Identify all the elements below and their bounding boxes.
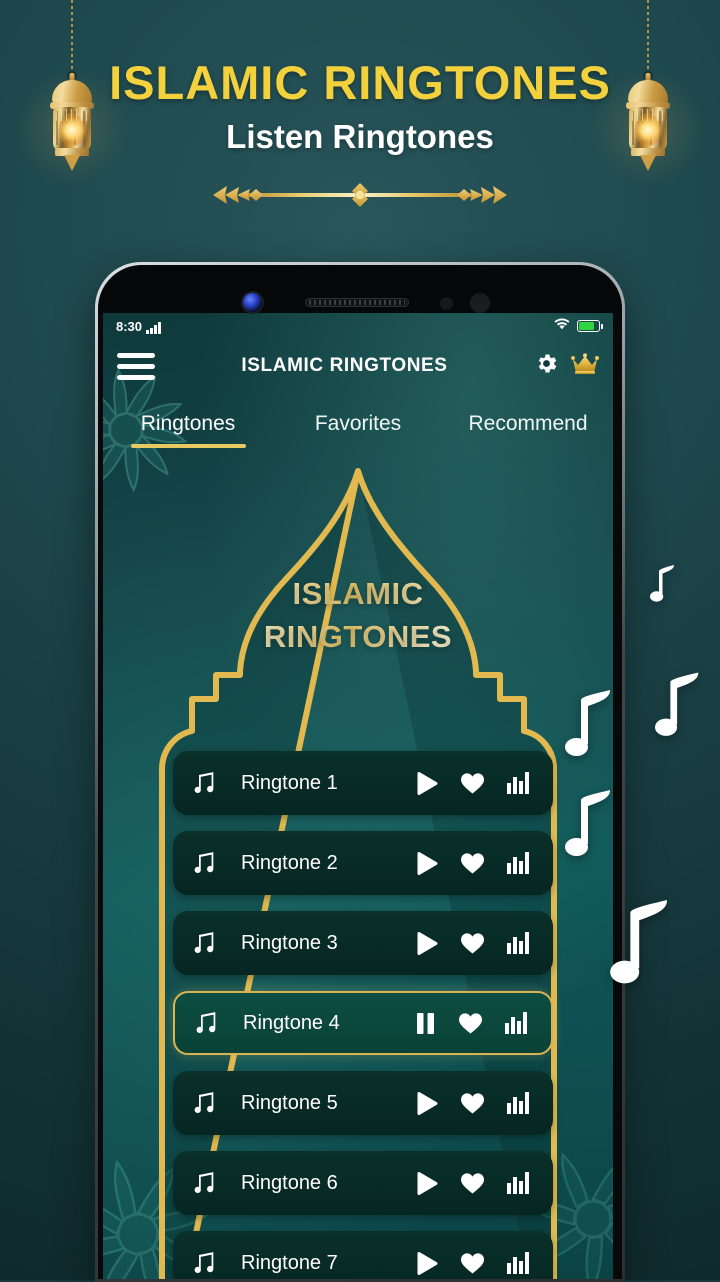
ringtone-list: Ringtone 1 Ringtone 2 Ringtone 3 Rington… xyxy=(173,751,553,1279)
hamburger-menu-icon[interactable] xyxy=(117,352,155,380)
app-bar: ISLAMIC RINGTONES xyxy=(103,339,613,393)
tab-label: Ringtones xyxy=(140,412,236,435)
tab-favorites[interactable]: Favorites xyxy=(273,393,443,455)
gear-icon[interactable] xyxy=(534,351,559,381)
promo-subtitle: Listen Ringtones xyxy=(226,118,494,155)
ringtone-label: Ringtone 2 xyxy=(241,851,338,874)
status-time: 8:30 xyxy=(116,318,143,334)
equalizer-icon[interactable] xyxy=(507,852,531,874)
pause-icon[interactable] xyxy=(415,1012,436,1035)
table-row[interactable]: Ringtone 2 xyxy=(173,831,553,895)
music-note-icon xyxy=(191,1170,235,1196)
play-icon[interactable] xyxy=(417,931,438,955)
status-bar: 8:30 xyxy=(103,313,613,339)
table-row[interactable]: Ringtone 1 xyxy=(173,751,553,815)
equalizer-icon[interactable] xyxy=(507,772,531,794)
music-note-icon xyxy=(191,930,235,956)
promo-title: ISLAMIC RINGTONES xyxy=(109,56,611,109)
tab-bar: Ringtones Favorites Recommend xyxy=(103,393,613,455)
heart-icon[interactable] xyxy=(458,1012,483,1035)
heart-icon[interactable] xyxy=(460,1092,485,1115)
battery-icon xyxy=(577,320,604,332)
page-title: ISLAMIC RINGTONES xyxy=(241,355,448,376)
phone-bezel xyxy=(98,265,622,313)
signal-bars-icon xyxy=(146,321,161,334)
heart-icon[interactable] xyxy=(460,932,485,955)
equalizer-icon[interactable] xyxy=(507,1252,531,1274)
app-screen: 8:30 ISLAMIC RINGTONES Ringtones Favorit… xyxy=(103,313,613,1279)
crown-icon[interactable] xyxy=(571,352,599,380)
tab-label: Favorites xyxy=(314,412,402,435)
tab-ringtones[interactable]: Ringtones xyxy=(103,393,273,455)
table-row[interactable]: Ringtone 4 xyxy=(173,991,553,1055)
music-note-icon xyxy=(191,1090,235,1116)
ringtone-label: Ringtone 4 xyxy=(243,1011,340,1034)
heart-icon[interactable] xyxy=(460,772,485,795)
tab-label: Recommend xyxy=(468,412,588,435)
play-icon[interactable] xyxy=(417,851,438,875)
play-icon[interactable] xyxy=(417,1091,438,1115)
proximity-sensor-icon xyxy=(470,293,490,313)
ringtone-label: Ringtone 5 xyxy=(241,1091,338,1114)
tab-recommend[interactable]: Recommend xyxy=(443,393,613,455)
music-note-icon xyxy=(191,1250,235,1276)
ringtone-label: Ringtone 6 xyxy=(241,1171,338,1194)
proximity-sensor-icon xyxy=(440,297,453,310)
table-row[interactable]: Ringtone 6 xyxy=(173,1151,553,1215)
equalizer-icon[interactable] xyxy=(507,1092,531,1114)
play-icon[interactable] xyxy=(417,1251,438,1275)
heart-icon[interactable] xyxy=(460,1252,485,1275)
front-camera-icon xyxy=(243,293,262,312)
tab-active-indicator xyxy=(130,444,246,448)
play-icon[interactable] xyxy=(417,771,438,795)
arch-title: ISLAMIC RINGTONES xyxy=(138,573,578,659)
table-row[interactable]: Ringtone 3 xyxy=(173,911,553,975)
heart-icon[interactable] xyxy=(460,852,485,875)
wifi-icon xyxy=(554,317,570,335)
music-note-icon xyxy=(191,850,235,876)
heart-icon[interactable] xyxy=(460,1172,485,1195)
divider-ornament xyxy=(205,178,515,212)
arch-title-line2: RINGTONES xyxy=(263,618,453,654)
play-icon[interactable] xyxy=(417,1171,438,1195)
ringtone-label: Ringtone 3 xyxy=(241,931,338,954)
arch-title-line1: ISLAMIC xyxy=(292,576,424,611)
phone-mockup: 8:30 ISLAMIC RINGTONES Ringtones Favorit… xyxy=(95,262,625,1282)
equalizer-icon[interactable] xyxy=(507,932,531,954)
table-row[interactable]: Ringtone 5 xyxy=(173,1071,553,1135)
equalizer-icon[interactable] xyxy=(505,1012,529,1034)
ringtone-label: Ringtone 7 xyxy=(241,1251,338,1274)
music-note-icon xyxy=(191,770,235,796)
table-row[interactable]: Ringtone 7 xyxy=(173,1231,553,1279)
ringtone-label: Ringtone 1 xyxy=(241,771,338,794)
equalizer-icon[interactable] xyxy=(507,1172,531,1194)
earpiece-speaker-icon xyxy=(305,298,409,307)
music-note-icon xyxy=(193,1010,237,1036)
